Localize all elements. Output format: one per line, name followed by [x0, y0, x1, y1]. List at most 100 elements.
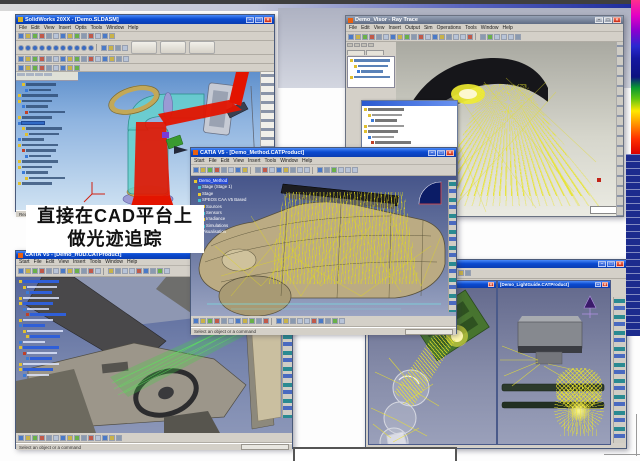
tree-item[interactable] [18, 160, 78, 164]
tree-item[interactable] [19, 302, 75, 306]
toolbar-icon[interactable] [53, 33, 59, 39]
right-tool-column[interactable] [448, 180, 456, 312]
toolbar-icon[interactable] [480, 34, 486, 40]
toolbar-icon[interactable] [297, 167, 303, 173]
toolbar-icon[interactable] [115, 45, 121, 51]
tree-item[interactable] [19, 318, 75, 322]
toolbar-icon[interactable] [67, 65, 73, 71]
toolbar-icon[interactable] [501, 34, 507, 40]
toolbar-icon[interactable] [352, 167, 358, 173]
tree-item[interactable] [350, 59, 394, 63]
toolbar-icon[interactable] [95, 268, 101, 274]
menu-item[interactable]: Window [106, 25, 124, 31]
toolbar-icon[interactable] [18, 268, 24, 274]
toolbar-icon[interactable] [129, 268, 135, 274]
toolbar-icon[interactable] [53, 56, 59, 62]
toolbar-icon[interactable] [494, 34, 500, 40]
toolbar-icon[interactable] [439, 34, 445, 40]
toolbar-icon[interactable] [339, 318, 345, 324]
toolbar-icon[interactable] [487, 34, 493, 40]
panel-button[interactable] [368, 43, 374, 47]
tree-item[interactable] [19, 324, 75, 328]
toolbar-icon[interactable] [136, 268, 142, 274]
tree-item[interactable] [19, 346, 75, 350]
toolbar-icon[interactable] [263, 318, 269, 324]
tree-item[interactable] [22, 127, 78, 131]
tree-item[interactable] [18, 99, 78, 103]
toolbar-icon[interactable] [425, 34, 431, 40]
panel-tab[interactable] [347, 50, 365, 55]
tree-item[interactable] [368, 113, 457, 117]
toolbar-icon[interactable] [242, 167, 248, 173]
tree-item[interactable] [23, 373, 75, 377]
tree-item[interactable] [364, 124, 457, 128]
toolbar-icon[interactable] [67, 33, 73, 39]
minimize-button[interactable]: – [595, 17, 603, 23]
menu-item[interactable]: Start [19, 259, 30, 265]
toolbar-icon[interactable] [228, 167, 234, 173]
close-button[interactable]: × [616, 261, 624, 267]
titlebar[interactable]: Demo_Visor - Ray Trace – □ × [346, 16, 623, 24]
toolbar-icon[interactable] [221, 167, 227, 173]
panel-button[interactable] [361, 43, 367, 47]
menu-item[interactable]: Window [481, 25, 499, 31]
tree-item[interactable] [25, 88, 78, 92]
toolbar-icon[interactable] [411, 34, 417, 40]
task-pane-button[interactable] [189, 41, 215, 54]
toolbar-icon[interactable] [25, 435, 31, 441]
toolbar-icon[interactable] [25, 56, 31, 62]
toolbar-icon[interactable] [102, 33, 108, 39]
menu-item[interactable]: View [233, 158, 244, 164]
tree-item-selected[interactable] [18, 121, 78, 125]
toolbar-icon[interactable] [88, 56, 94, 62]
toolbar-icon[interactable] [338, 167, 344, 173]
spec-tree[interactable] [17, 278, 75, 377]
tree-item[interactable] [18, 165, 78, 169]
minimize-button[interactable]: – [595, 282, 601, 287]
tree-item[interactable] [19, 296, 75, 300]
menu-item[interactable]: File [19, 25, 27, 31]
toolbar-icon[interactable] [193, 167, 199, 173]
menu-item[interactable]: View [58, 259, 69, 265]
toolbar-icon[interactable] [193, 318, 199, 324]
menu-item[interactable]: File [209, 158, 217, 164]
maximize-button[interactable]: □ [437, 150, 445, 156]
menu-item[interactable]: Optis [75, 25, 87, 31]
menu-item[interactable]: Tools [90, 259, 102, 265]
toolbar-icon[interactable] [18, 65, 24, 71]
toolbar-icon[interactable] [122, 45, 128, 51]
tree-item[interactable] [19, 368, 75, 372]
lens-tool-icon[interactable] [53, 45, 59, 51]
toolbar-icon[interactable] [32, 268, 38, 274]
toolbar-icon[interactable] [116, 56, 122, 62]
toolbar-icon[interactable] [109, 56, 115, 62]
toolbar-icon[interactable] [446, 34, 452, 40]
toolbar-icon[interactable] [18, 56, 24, 62]
toolbar-icon[interactable] [276, 167, 282, 173]
tree-item[interactable] [22, 105, 78, 109]
toolbar-icon[interactable] [81, 268, 87, 274]
lens-tool-icon[interactable] [25, 45, 31, 51]
toolbar-icon[interactable] [458, 270, 464, 276]
toolbar-icon[interactable] [228, 318, 234, 324]
toolbar-icon[interactable] [122, 268, 128, 274]
menu-item[interactable]: File [34, 259, 42, 265]
toolbar-icon[interactable] [53, 268, 59, 274]
menu-item[interactable]: Insert [73, 259, 86, 265]
toolbar-icon[interactable] [404, 34, 410, 40]
toolbar-icon[interactable] [101, 45, 107, 51]
toolbar-icon[interactable] [115, 268, 121, 274]
toolbar-icon[interactable] [383, 34, 389, 40]
toolbar-icon[interactable] [81, 435, 87, 441]
menu-item[interactable]: Insert [58, 25, 71, 31]
toolbar-icon[interactable] [123, 56, 129, 62]
toolbar-icon[interactable] [81, 33, 87, 39]
toolbar-icon[interactable] [467, 34, 473, 40]
toolbar-icon[interactable] [508, 34, 514, 40]
menu-item[interactable]: Edit [221, 158, 230, 164]
close-button[interactable]: × [602, 282, 608, 287]
palette-titlebar[interactable] [362, 101, 457, 106]
close-button[interactable]: × [613, 17, 621, 23]
lens-tool-icon[interactable] [39, 45, 45, 51]
toolbar-icon[interactable] [32, 56, 38, 62]
